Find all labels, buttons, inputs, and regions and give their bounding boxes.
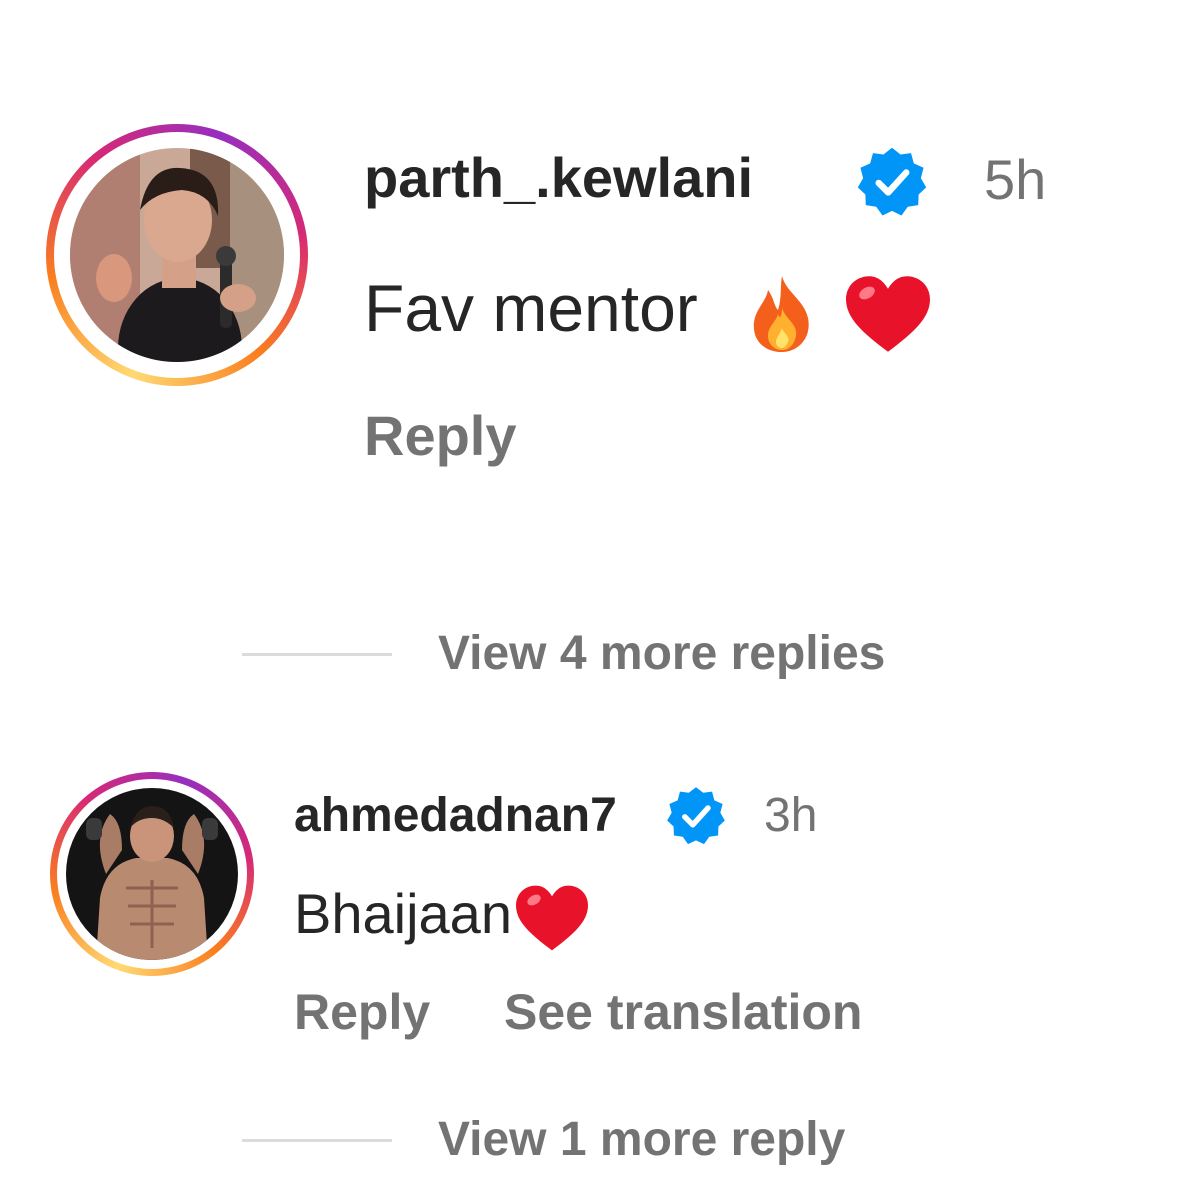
fire-icon (742, 272, 822, 356)
comment-time: 3h (764, 789, 818, 842)
verified-badge-icon (854, 144, 930, 220)
verified-badge-icon (664, 784, 728, 848)
avatar-photo (70, 148, 284, 362)
reply-button[interactable]: Reply (294, 980, 430, 1044)
avatar[interactable] (46, 124, 308, 386)
comment-username[interactable]: parth_.kewlani (364, 146, 753, 210)
avatar-photo (66, 788, 238, 960)
avatar-image (66, 788, 238, 960)
avatar[interactable] (50, 772, 254, 976)
reply-button[interactable]: Reply (364, 404, 517, 468)
comment-item: ahmedadnan7 3h Bhaijaan Reply See transl… (0, 760, 1200, 1080)
comment-text-content: Fav mentor (364, 271, 698, 345)
view-more-replies-label: View 1 more reply (438, 1113, 846, 1166)
view-more-replies-button[interactable]: View 1 more reply (242, 1108, 845, 1172)
replies-divider (242, 1138, 392, 1142)
comment-time: 5h (984, 148, 1047, 211)
comment-text: Bhaijaan (294, 878, 592, 954)
see-translation-button[interactable]: See translation (504, 980, 862, 1044)
comment-username[interactable]: ahmedadnan7 (294, 788, 617, 844)
comment-item: parth_.kewlani 5h Fav mentor Reply (0, 0, 1200, 560)
red-heart-icon (840, 272, 936, 356)
comment-text: Fav mentor (364, 268, 936, 356)
avatar-image (70, 148, 284, 362)
replies-divider (242, 652, 392, 656)
view-more-replies-label: View 4 more replies (438, 627, 886, 680)
view-more-replies-button[interactable]: View 4 more replies (242, 622, 885, 686)
red-heart-icon (512, 882, 592, 954)
comment-text-content: Bhaijaan (294, 882, 512, 945)
